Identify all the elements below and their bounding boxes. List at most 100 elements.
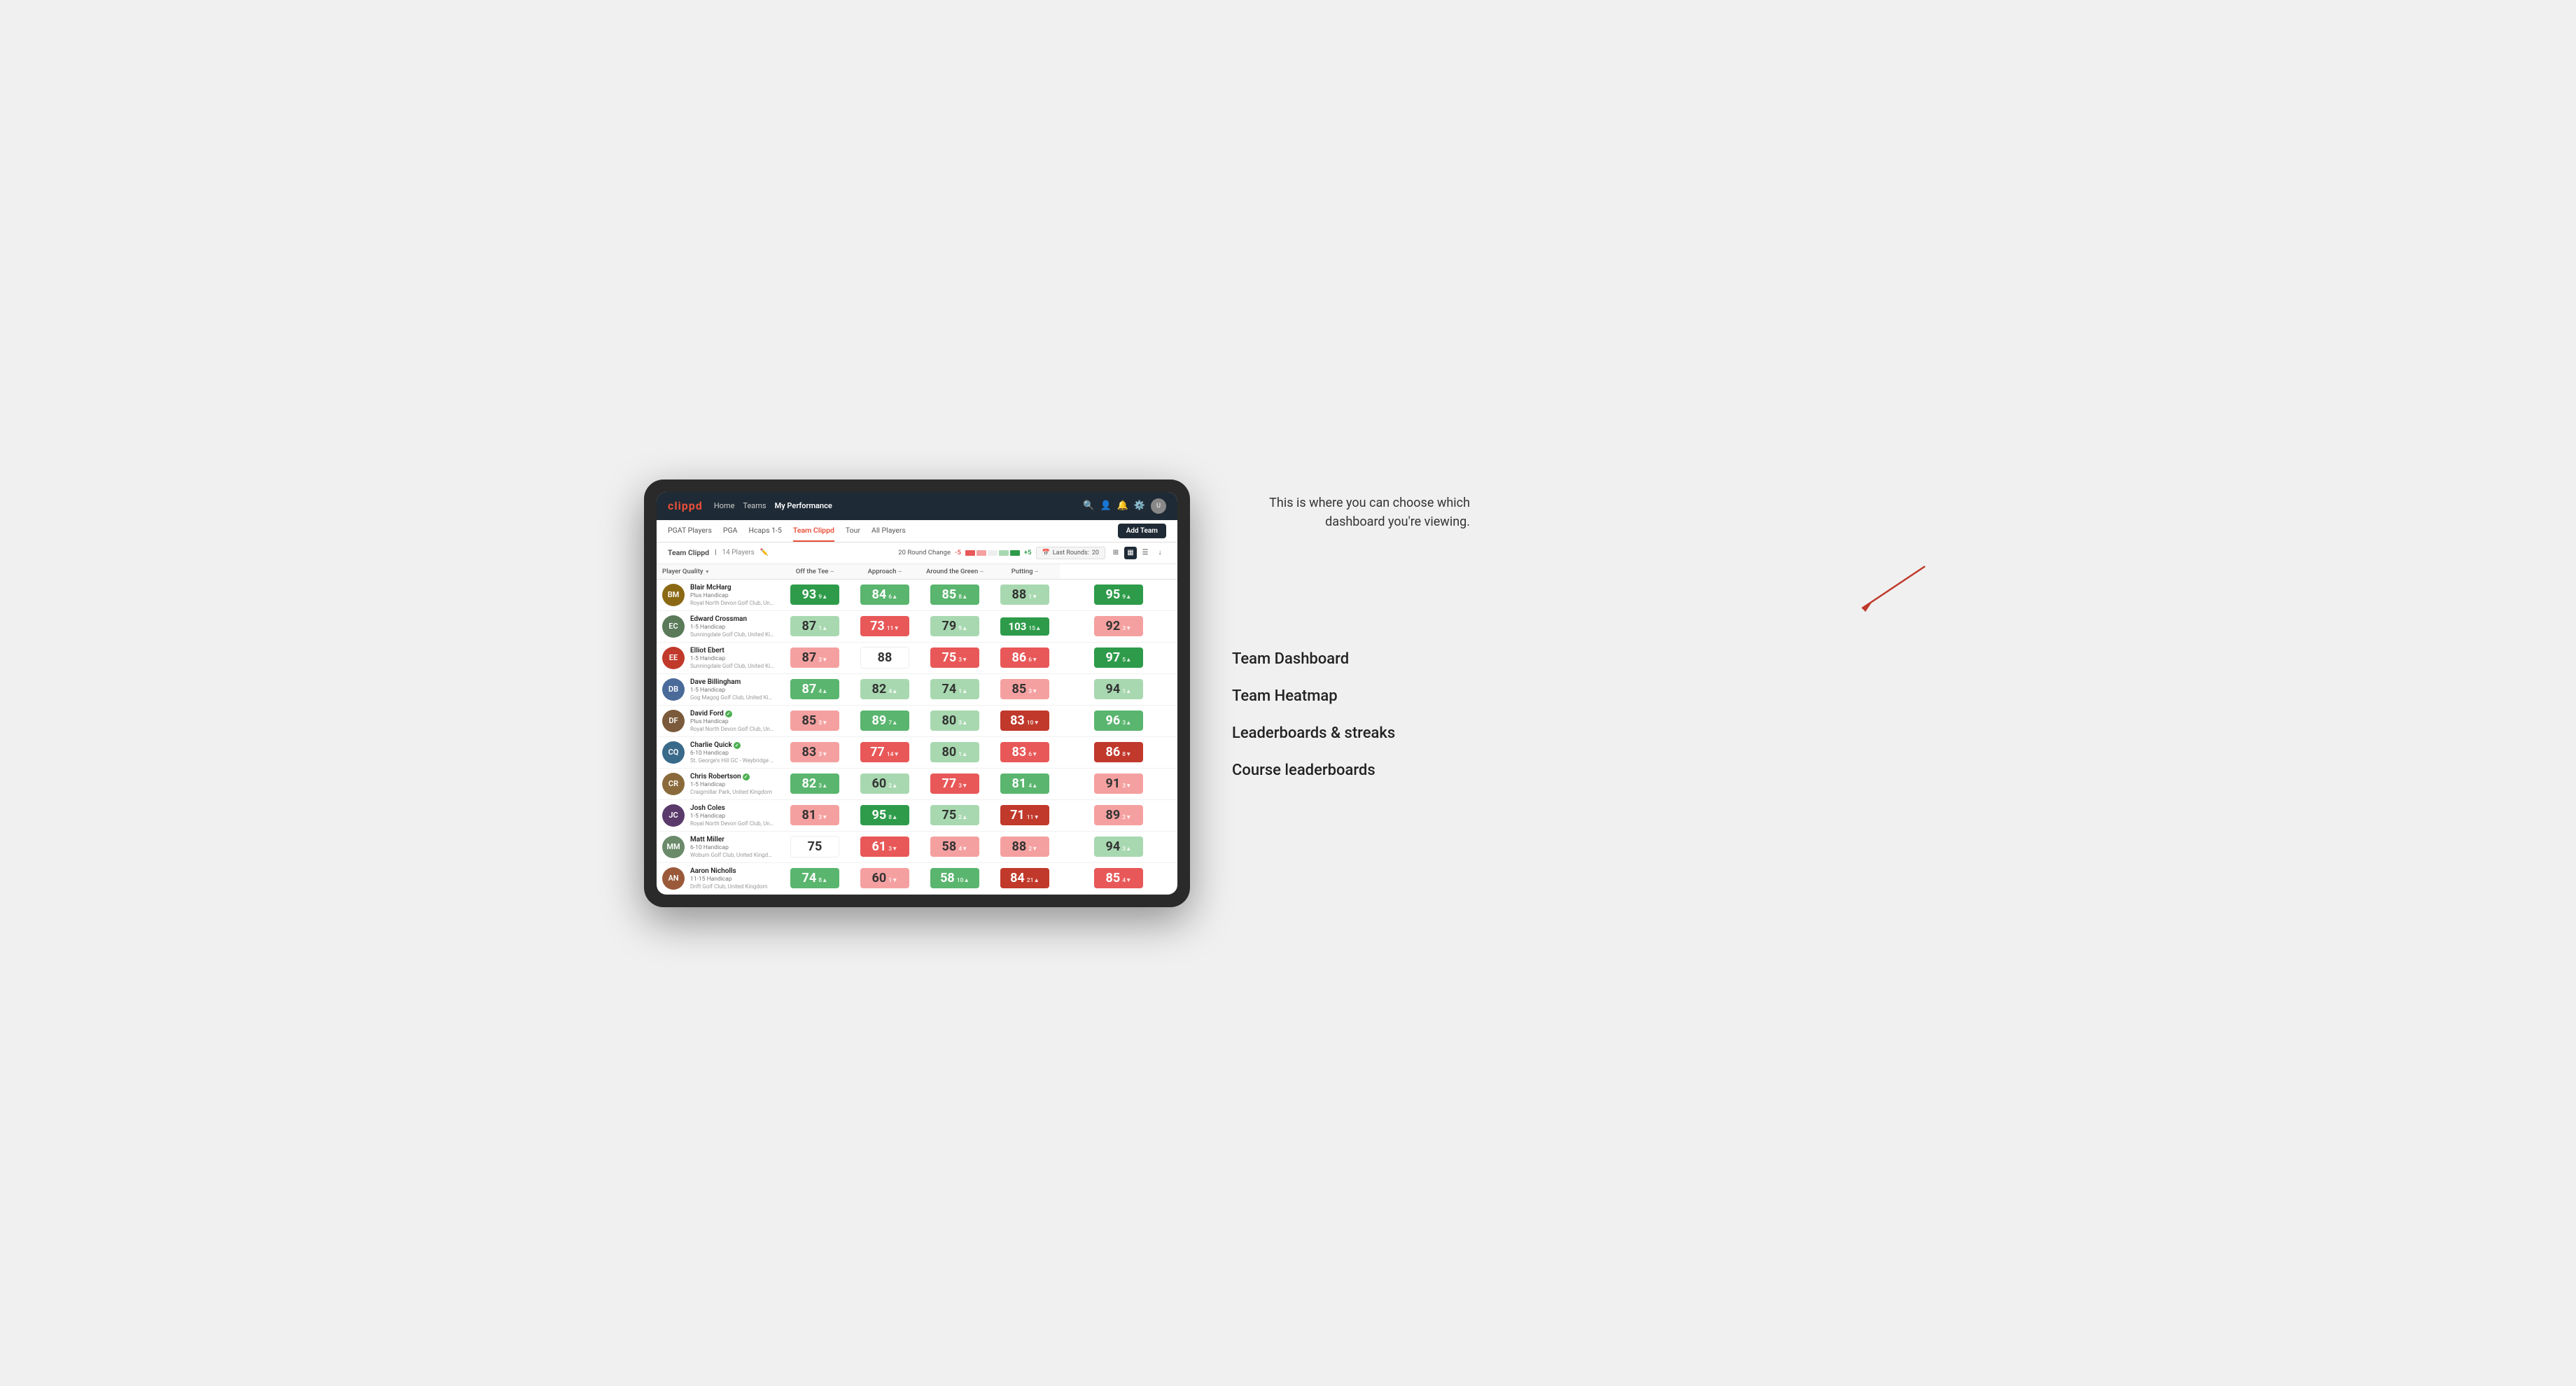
score-cell-around-green: 85 3▼ [990,673,1060,705]
search-icon[interactable]: 🔍 [1083,500,1094,511]
player-cell[interactable]: EE Elliot Ebert 1-5 Handicap Sunningdale… [657,642,780,673]
score-change: 1▲ [958,750,967,758]
add-team-button[interactable]: Add Team [1118,524,1166,538]
score-value: 75 [942,808,957,822]
heatmap-light-green [999,550,1009,556]
score-cell-putting: 94 1▲ [1060,673,1177,705]
avatar[interactable]: U [1151,498,1166,514]
score-change: 21▲ [1027,876,1040,884]
round-change: 20 Round Change -5 +5 📅 Last Rounds: 20 [898,547,1166,559]
score-box: 81 3▼ [790,805,839,825]
score-change: 4▲ [1028,782,1037,790]
grid-view-button[interactable]: ⊞ [1110,547,1122,559]
team-header: Team Clippd | 14 Players ✏️ 20 Round Cha… [657,542,1177,564]
score-change: 1▼ [1028,593,1037,601]
col-header-off-tee[interactable]: Off the Tee — [780,564,850,580]
score-change: 3▼ [888,845,897,853]
player-cell[interactable]: AN Aaron Nicholls 11-15 Handicap Drift G… [657,862,780,894]
subnav-pga[interactable]: PGA [723,520,738,542]
col-header-approach[interactable]: Approach — [850,564,920,580]
score-change: 4▼ [958,845,967,853]
verified-icon: ✓ [734,742,741,749]
player-cell[interactable]: JC Josh Coles 1-5 Handicap Royal North D… [657,799,780,831]
player-cell[interactable]: DB Dave Billingham 1-5 Handicap Gog Mago… [657,673,780,705]
score-cell-approach: 74 1▲ [920,673,990,705]
score-value: 83 [1010,713,1025,728]
player-cell[interactable]: CR Chris Robertson✓ 1-5 Handicap Craigmi… [657,768,780,799]
player-handicap: Plus Handicap [690,718,774,725]
score-value: 91 [1106,776,1121,791]
score-change: 3▼ [818,750,827,758]
last-rounds-button[interactable]: 📅 Last Rounds: 20 [1036,547,1105,559]
score-cell-putting: 91 3▼ [1060,768,1177,799]
score-cell-putting: 96 3▲ [1060,705,1177,736]
score-box: 85 3▼ [790,710,839,731]
list-view-button[interactable]: ☰ [1139,547,1152,559]
score-change: 3▼ [1028,687,1037,695]
score-change: 2▼ [1028,845,1037,853]
nav-bar: clippd Home Teams My Performance 🔍 👤 🔔 ⚙… [657,492,1177,520]
score-box: 96 3▲ [1094,710,1143,731]
score-cell-approach: 58 10▲ [920,862,990,894]
col-header-player[interactable]: Player Quality ▼ [657,564,780,580]
subnav-team-clippd[interactable]: Team Clippd [793,520,834,542]
player-name: Elliot Ebert [690,647,774,654]
player-handicap: 1-5 Handicap [690,687,774,694]
score-cell-putting: 95 9▲ [1060,579,1177,610]
player-cell[interactable]: MM Matt Miller 6-10 Handicap Woburn Golf… [657,831,780,862]
nav-link-teams[interactable]: Teams [743,498,766,513]
score-box: 71 11▼ [1000,805,1049,825]
score-value: 61 [872,839,887,854]
score-box: 85 4▼ [1094,868,1143,888]
player-handicap: 1-5 Handicap [690,624,774,631]
table-row: EE Elliot Ebert 1-5 Handicap Sunningdale… [657,642,1177,673]
player-cell[interactable]: BM Blair McHarg Plus Handicap Royal Nort… [657,579,780,610]
score-box: 83 6▼ [1000,742,1049,762]
score-cell-off-tee: 88 [850,642,920,673]
nav-link-myperformance[interactable]: My Performance [775,498,832,513]
score-box: 103 15▲ [1000,617,1049,636]
score-box: 94 1▲ [1094,679,1143,699]
score-box: 61 3▼ [860,836,909,857]
score-cell-off-tee: 60 2▲ [850,768,920,799]
download-button[interactable]: ↓ [1154,547,1166,559]
col-header-putting[interactable]: Putting — [990,564,1060,580]
score-cell-approach: 80 1▲ [920,736,990,768]
player-info: Aaron Nicholls 11-15 Handicap Drift Golf… [690,867,768,890]
player-club: Sunningdale Golf Club, United Kingdom [690,631,774,638]
player-cell[interactable]: DF David Ford✓ Plus Handicap Royal North… [657,705,780,736]
player-info: Josh Coles 1-5 Handicap Royal North Devo… [690,804,774,827]
player-handicap: 1-5 Handicap [690,781,772,788]
edit-icon[interactable]: ✏️ [760,549,769,556]
bell-icon[interactable]: 🔔 [1117,500,1128,511]
player-club: Gog Magog Golf Club, United Kingdom [690,694,774,701]
nav-link-home[interactable]: Home [714,498,735,513]
subnav-all-players[interactable]: All Players [872,520,906,542]
score-box: 60 2▲ [860,774,909,794]
score-cell-player-quality: 81 3▼ [780,799,850,831]
subnav-hcaps[interactable]: Hcaps 1-5 [749,520,782,542]
player-cell[interactable]: EC Edward Crossman 1-5 Handicap Sunningd… [657,610,780,642]
score-cell-around-green: 83 10▼ [990,705,1060,736]
subnav-pgat[interactable]: PGAT Players [668,520,712,542]
calendar-icon: 📅 [1042,550,1050,556]
user-icon[interactable]: 👤 [1100,500,1111,511]
score-value: 94 [1106,682,1121,696]
subnav-tour[interactable]: Tour [846,520,860,542]
col-header-around-green[interactable]: Around the Green — [920,564,990,580]
score-value: 75 [942,650,957,665]
score-change: 14▼ [887,750,899,758]
settings-icon[interactable]: ⚙️ [1134,500,1145,511]
score-value: 85 [1106,871,1121,886]
player-handicap: 11-15 Handicap [690,876,768,883]
heatmap-view-button[interactable]: ▦ [1124,547,1137,559]
nav-icons: 🔍 👤 🔔 ⚙️ U [1083,498,1166,514]
score-cell-approach: 75 2▲ [920,799,990,831]
player-cell[interactable]: CQ Charlie Quick✓ 6-10 Handicap St. Geor… [657,736,780,768]
score-value: 71 [1010,808,1025,822]
score-box: 82 3▲ [790,774,839,794]
score-change: 3▼ [818,813,827,821]
arrow-svg [1848,559,1932,615]
player-name: Chris Robertson✓ [690,773,772,780]
score-value: 74 [942,682,957,696]
